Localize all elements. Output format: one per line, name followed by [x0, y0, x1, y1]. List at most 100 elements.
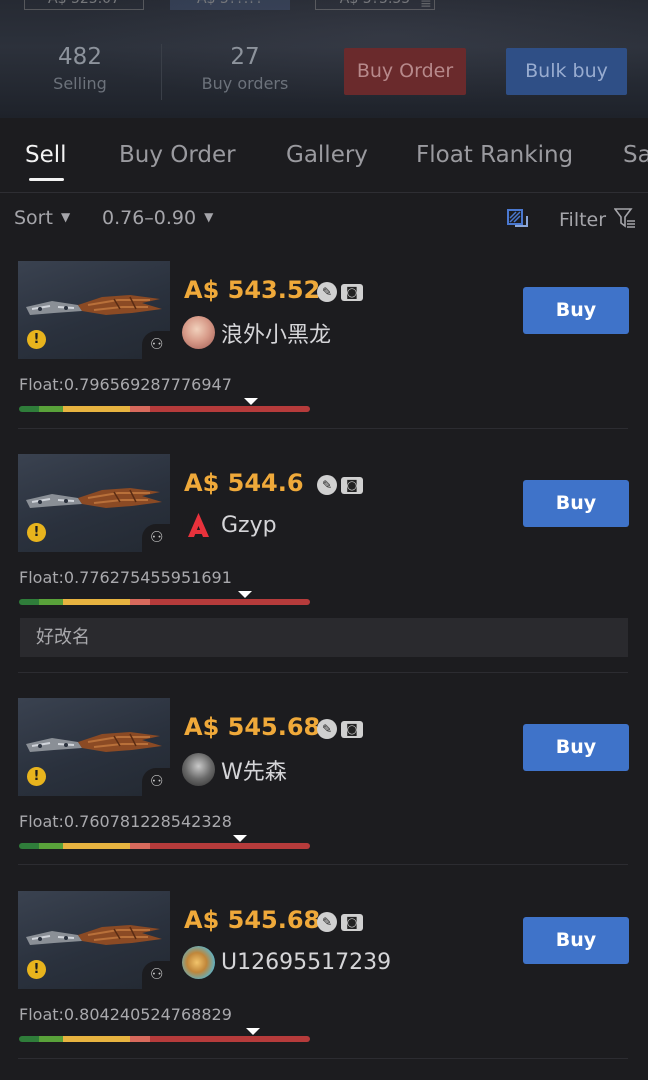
- listing-price: A$ 545.68: [184, 713, 321, 741]
- camera-icon[interactable]: ◙: [341, 721, 363, 738]
- inspect-corner[interactable]: ⚇: [142, 768, 170, 796]
- seller-avatar: [182, 753, 215, 786]
- butterfly-knife-image: [26, 295, 162, 315]
- filter-bar: Sort ▼ 0.76–0.90 ▼ Filter: [0, 193, 648, 245]
- sticker-icon: ✎: [317, 282, 337, 302]
- warning-icon: !: [27, 330, 46, 349]
- tab-bar: Sell Buy Order Gallery Float Ranking Sa: [0, 118, 648, 193]
- float-marker: [237, 591, 252, 598]
- chevron-down-icon: ▼: [204, 210, 214, 224]
- float-value-text: Float:0.804240524768829: [19, 1005, 232, 1024]
- float-wear-bar: [19, 1036, 310, 1042]
- inspect-corner[interactable]: ⚇: [142, 524, 170, 552]
- buy-button[interactable]: Buy: [523, 480, 629, 527]
- listing-price: A$ 545.68: [184, 906, 321, 934]
- item-thumbnail[interactable]: ! ⚇: [18, 454, 170, 552]
- seller-avatar: [182, 509, 215, 542]
- warning-icon: !: [27, 960, 46, 979]
- seller[interactable]: U12695517239: [182, 946, 391, 980]
- inspect-person-icon: ⚇: [150, 335, 164, 353]
- listing-divider: [18, 428, 628, 429]
- chevron-down-icon: ▼: [60, 210, 71, 224]
- listing-divider: [18, 1058, 628, 1059]
- seller[interactable]: 浪外小黑龙: [182, 316, 331, 350]
- listing-divider: [18, 864, 628, 865]
- buy-order-button[interactable]: Buy Order: [344, 48, 466, 95]
- seller[interactable]: Gzyp: [182, 509, 277, 543]
- sticker-icon: ✎: [317, 475, 337, 495]
- float-value-text: Float:0.776275455951691: [19, 568, 232, 587]
- price-tab-1[interactable]: A$ 525.07: [24, 0, 144, 10]
- sticker-icon: ✎: [317, 912, 337, 932]
- seller-name: U12695517239: [221, 950, 392, 975]
- tab-sales-cutoff[interactable]: Sa: [623, 142, 648, 168]
- filter-funnel-icon: [613, 208, 636, 228]
- listing-price: A$ 543.52: [184, 276, 321, 304]
- float-range-dropdown[interactable]: 0.76–0.90 ▼: [102, 207, 213, 229]
- buy-orders-count: 27: [230, 44, 260, 70]
- float-wear-bar: [19, 599, 310, 605]
- seller-note: 好改名: [20, 618, 628, 657]
- seller-name: 浪外小黑龙: [221, 322, 332, 348]
- butterfly-knife-image: [26, 488, 162, 508]
- inspect-corner[interactable]: ⚇: [142, 331, 170, 359]
- butterfly-knife-image: [26, 925, 162, 945]
- item-flags: ✎ ◙: [317, 474, 367, 495]
- tab-float-ranking[interactable]: Float Ranking: [416, 142, 573, 168]
- market-header: A$ 525.07 A$ 5??.?? A$ 5?5.55 ≡ 482 Sell…: [0, 0, 648, 118]
- float-marker: [243, 398, 258, 405]
- listing-price: A$ 544.6: [184, 469, 304, 497]
- butterfly-knife-image: [26, 732, 162, 752]
- buy-button[interactable]: Buy: [523, 287, 629, 334]
- tab-buy-order[interactable]: Buy Order: [119, 142, 236, 168]
- inspect-person-icon: ⚇: [150, 772, 164, 790]
- float-value-text: Float:0.796569287776947: [19, 375, 232, 394]
- seller-avatar: [182, 946, 215, 979]
- tab-sell[interactable]: Sell: [25, 142, 67, 168]
- item-flags: ✎ ◙: [317, 718, 367, 739]
- float-wear-bar: [19, 406, 310, 412]
- float-value-text: Float:0.760781228542328: [19, 812, 232, 831]
- warning-icon: !: [27, 767, 46, 786]
- layers-view-icon[interactable]: [506, 208, 530, 237]
- inspect-person-icon: ⚇: [150, 528, 164, 546]
- buy-button[interactable]: Buy: [523, 724, 629, 771]
- filter-button[interactable]: Filter: [559, 207, 636, 231]
- stat-divider: [161, 44, 162, 100]
- price-tab-3[interactable]: A$ 5?5.55: [315, 0, 435, 10]
- active-tab-indicator: [29, 178, 64, 181]
- inspect-person-icon: ⚇: [150, 965, 164, 983]
- stat-selling[interactable]: 482 Selling: [40, 44, 120, 93]
- price-tab-2[interactable]: A$ 5??.??: [170, 0, 290, 10]
- warning-icon: !: [27, 523, 46, 542]
- camera-icon[interactable]: ◙: [341, 914, 363, 931]
- sort-label: Sort: [14, 207, 53, 229]
- tab-gallery[interactable]: Gallery: [286, 142, 368, 168]
- inspect-corner[interactable]: ⚇: [142, 961, 170, 989]
- item-flags: ✎ ◙: [317, 281, 367, 302]
- item-flags: ✎ ◙: [317, 911, 367, 932]
- float-range-label: 0.76–0.90: [102, 207, 197, 229]
- seller[interactable]: W先森: [182, 753, 287, 787]
- item-thumbnail[interactable]: ! ⚇: [18, 261, 170, 359]
- camera-icon[interactable]: ◙: [341, 477, 363, 494]
- float-marker: [246, 1028, 261, 1035]
- seller-avatar: [182, 316, 215, 349]
- item-thumbnail[interactable]: ! ⚇: [18, 891, 170, 989]
- astralis-logo-icon: [188, 513, 209, 537]
- stat-buy-orders[interactable]: 27 Buy orders: [190, 44, 300, 93]
- float-marker: [233, 835, 248, 842]
- sticker-icon: ✎: [317, 719, 337, 739]
- sort-dropdown[interactable]: Sort ▼: [14, 207, 70, 229]
- item-thumbnail[interactable]: ! ⚇: [18, 698, 170, 796]
- buy-button[interactable]: Buy: [523, 917, 629, 964]
- filter-label: Filter: [559, 209, 607, 231]
- bulk-buy-button[interactable]: Bulk buy: [506, 48, 627, 95]
- seller-name: W先森: [221, 759, 287, 785]
- chart-icon: ≡: [420, 0, 432, 12]
- seller-name: Gzyp: [221, 513, 277, 538]
- camera-icon[interactable]: ◙: [341, 284, 363, 301]
- listing-divider: [18, 672, 628, 673]
- selling-label: Selling: [53, 74, 107, 93]
- float-wear-bar: [19, 843, 310, 849]
